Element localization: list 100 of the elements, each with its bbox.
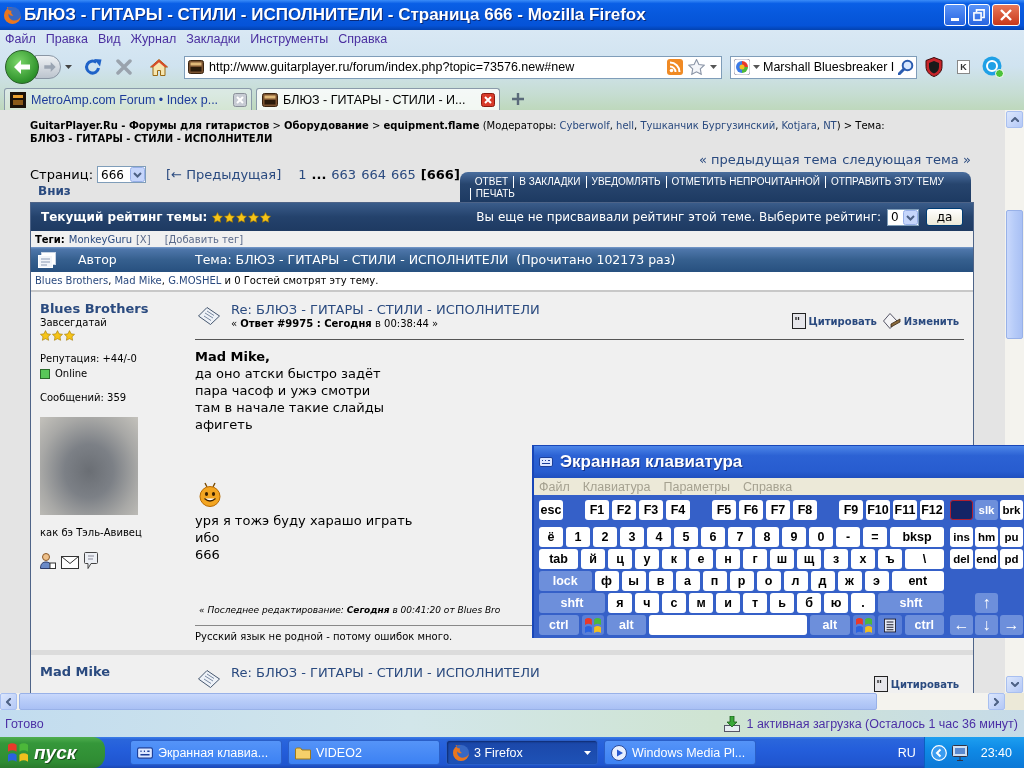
page-link[interactable]: 663 bbox=[331, 167, 357, 182]
shield-icon[interactable] bbox=[925, 57, 943, 77]
quote-icon[interactable] bbox=[791, 313, 806, 329]
keyboard-key[interactable]: 7 bbox=[728, 527, 752, 547]
keyboard-key[interactable]: - bbox=[836, 527, 860, 547]
keyboard-key[interactable]: hm bbox=[975, 527, 998, 547]
forward-button[interactable] bbox=[35, 55, 61, 79]
keyboard-key[interactable]: F10 bbox=[866, 500, 890, 520]
keyboard-key[interactable]: = bbox=[863, 527, 887, 547]
keyboard-key[interactable]: 8 bbox=[755, 527, 779, 547]
search-engine-icon[interactable] bbox=[734, 59, 750, 75]
username-link[interactable]: NT bbox=[823, 120, 837, 131]
feed-icon[interactable] bbox=[667, 59, 683, 75]
keyboard-key[interactable]: F9 bbox=[839, 500, 863, 520]
keyboard-key[interactable]: г bbox=[743, 549, 767, 569]
topic-action-link[interactable]: ПЕЧАТЬ bbox=[469, 188, 520, 200]
close-button[interactable] bbox=[992, 4, 1020, 26]
browser-tab[interactable]: БЛЮЗ - ГИТАРЫ - СТИЛИ - И... bbox=[256, 88, 500, 110]
keyboard-key[interactable]: а bbox=[675, 571, 700, 591]
caret-icon[interactable] bbox=[710, 65, 717, 69]
keyboard-key[interactable]: у bbox=[635, 549, 659, 569]
keyboard-key[interactable]: 3 bbox=[620, 527, 644, 547]
keyboard-key[interactable]: ц bbox=[608, 549, 632, 569]
breadcrumb-link[interactable]: Оборудование bbox=[284, 120, 369, 131]
keyboard-key[interactable]: ъ bbox=[878, 549, 902, 569]
keyboard-key[interactable]: щ bbox=[797, 549, 821, 569]
download-icon[interactable] bbox=[724, 715, 741, 732]
keyboard-key[interactable]: 2 bbox=[593, 527, 617, 547]
breadcrumb-link[interactable]: GuitarPlayer.Ru - Форумы для гитаристов bbox=[30, 120, 270, 131]
keyboard-key[interactable]: 9 bbox=[782, 527, 806, 547]
menu-item[interactable]: Вид bbox=[92, 32, 126, 46]
start-button[interactable]: пуск bbox=[0, 737, 105, 768]
close-icon[interactable] bbox=[481, 92, 495, 107]
scroll-left-button[interactable] bbox=[0, 693, 17, 710]
menu-item[interactable]: Журнал bbox=[125, 32, 182, 46]
chevron-icon[interactable] bbox=[930, 744, 947, 761]
keyboard-key[interactable]: с bbox=[662, 593, 686, 613]
keyboard-key[interactable]: brk bbox=[1000, 500, 1023, 520]
download-status-text[interactable]: 1 активная загрузка (Осталось 1 час 36 минут) bbox=[746, 716, 1018, 731]
scroll-right-button[interactable] bbox=[988, 693, 1005, 710]
keyboard-key[interactable]: bksp bbox=[890, 527, 944, 547]
topic-action-link[interactable]: ОТПРАВИТЬ ЭТУ ТЕМУ bbox=[825, 176, 949, 188]
username-link[interactable]: Mad Mike bbox=[114, 275, 162, 286]
keyboard-key[interactable]: F8 bbox=[793, 500, 817, 520]
username-link[interactable]: Kotjara bbox=[781, 120, 817, 131]
keyboard-key[interactable]: д bbox=[810, 571, 835, 591]
breadcrumb-link[interactable]: БЛЮЗ - ГИТАРЫ - СТИЛИ - ИСПОЛНИТЕЛИ bbox=[30, 133, 273, 144]
keyboard-key[interactable]: й bbox=[581, 549, 605, 569]
keyboard-key[interactable]: р bbox=[729, 571, 754, 591]
keyboard-key[interactable]: pu bbox=[1000, 527, 1023, 547]
keyboard-key[interactable]: F1 bbox=[585, 500, 609, 520]
username-link[interactable]: G.MOSHEL bbox=[168, 275, 222, 286]
keyboard-key[interactable]: F5 bbox=[712, 500, 736, 520]
keyboard-key[interactable]: F7 bbox=[766, 500, 790, 520]
author-link[interactable]: Mad Mike bbox=[40, 664, 111, 680]
scrollbar-thumb[interactable] bbox=[1006, 210, 1023, 339]
keyboard-key[interactable]: в bbox=[648, 571, 673, 591]
previous-page-link[interactable]: [← Предыдущая] bbox=[166, 167, 282, 182]
keyboard-key[interactable]: ж bbox=[837, 571, 862, 591]
edit-icon[interactable] bbox=[882, 313, 901, 329]
circle-badge-icon[interactable] bbox=[982, 56, 1004, 78]
rating-select[interactable]: 0 bbox=[887, 208, 919, 226]
keyboard-key[interactable]: я bbox=[608, 593, 632, 613]
menu-item[interactable]: Правка bbox=[40, 32, 93, 46]
keyboard-key[interactable]: end bbox=[975, 549, 998, 569]
keyboard-key[interactable]: 4 bbox=[647, 527, 671, 547]
keyboard-key[interactable]: F11 bbox=[893, 500, 917, 520]
keyboard-key[interactable]: F3 bbox=[639, 500, 663, 520]
keyboard-key[interactable]: F4 bbox=[666, 500, 690, 520]
plus-icon[interactable] bbox=[512, 93, 524, 105]
topic-action-link[interactable]: ОТМЕТИТЬ НЕПРОЧИТАННОЙ bbox=[665, 176, 825, 188]
menu-item[interactable]: Файл bbox=[0, 32, 41, 46]
page-link[interactable]: 665 bbox=[391, 167, 416, 182]
scrollbar-thumb[interactable] bbox=[19, 693, 877, 710]
scroll-down-button[interactable] bbox=[1006, 676, 1023, 693]
keyboard-key[interactable]: F2 bbox=[612, 500, 636, 520]
page-select[interactable]: 666 bbox=[97, 166, 147, 183]
keyboard-key[interactable]: з bbox=[824, 549, 848, 569]
restore-button[interactable] bbox=[968, 4, 990, 26]
keyboard-key[interactable]: о bbox=[756, 571, 781, 591]
keyboard-key[interactable]: ё bbox=[539, 527, 563, 547]
topic-action-link[interactable]: УВЕДОМЛЯТЬ bbox=[585, 176, 666, 188]
quote-link[interactable]: Цитировать bbox=[808, 315, 877, 327]
keyboard-key[interactable]: pd bbox=[1000, 549, 1023, 569]
username-link[interactable]: Cyberwolf bbox=[559, 120, 610, 131]
home-icon[interactable] bbox=[150, 58, 168, 76]
keyboard-key[interactable]: э bbox=[864, 571, 889, 591]
keyboard-key[interactable]: м bbox=[689, 593, 713, 613]
down-link[interactable]: Вниз bbox=[38, 184, 71, 198]
profile-icon[interactable] bbox=[40, 553, 56, 569]
author-link[interactable]: Blues Brothers bbox=[40, 301, 149, 317]
breadcrumb-link[interactable]: equipment.flame bbox=[383, 120, 480, 131]
previous-topic-link[interactable]: « предыдущая тема bbox=[698, 152, 838, 167]
next-topic-link[interactable]: следующая тема » bbox=[842, 152, 971, 167]
keyboard-key[interactable]: к bbox=[662, 549, 686, 569]
keyboard-key[interactable]: и bbox=[716, 593, 740, 613]
speech-bubble-icon[interactable] bbox=[84, 552, 98, 569]
keyboard-key[interactable]: ю bbox=[824, 593, 848, 613]
keyboard-key[interactable]: esc bbox=[539, 500, 563, 520]
caret-icon[interactable] bbox=[753, 65, 760, 69]
